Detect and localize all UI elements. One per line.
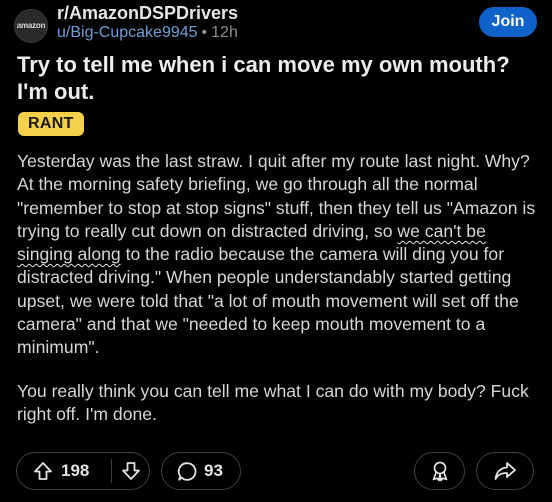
subreddit-name[interactable]: r/AmazonDSPDrivers: [57, 3, 238, 24]
post-flair[interactable]: RANT: [18, 112, 84, 136]
comment-bubble-icon: [177, 461, 198, 482]
author-username[interactable]: u/Big-Cupcake9945: [57, 24, 198, 41]
award-icon: [429, 460, 451, 482]
vote-divider: [111, 459, 112, 483]
upvote-count: 198: [61, 461, 90, 480]
post-action-bar: 198 93: [0, 452, 552, 492]
post-time: 12h: [211, 24, 238, 41]
share-arrow-icon: [493, 460, 517, 482]
vote-control: 198: [16, 452, 150, 490]
post-paragraph: Yesterday was the last straw. I quit aft…: [17, 150, 539, 360]
post-meta: u/Big-Cupcake9945 • 12h: [57, 24, 238, 42]
post-header: amazon r/AmazonDSPDrivers u/Big-Cupcake9…: [0, 0, 552, 48]
join-button[interactable]: Join: [479, 7, 537, 37]
subreddit-avatar[interactable]: amazon: [14, 9, 48, 43]
upvote-arrow-icon[interactable]: [33, 461, 53, 481]
share-button[interactable]: [476, 452, 534, 490]
post-body: Yesterday was the last straw. I quit aft…: [17, 150, 539, 426]
post-title: Try to tell me when i can move my own mo…: [17, 52, 510, 104]
comments-button[interactable]: 93: [161, 452, 241, 490]
award-button[interactable]: [414, 452, 465, 490]
amazon-logo: amazon: [16, 21, 46, 30]
meta-separator: •: [201, 24, 208, 41]
comment-count: 93: [204, 461, 223, 480]
post-paragraph: You really think you can tell me what I …: [17, 380, 529, 424]
downvote-arrow-icon[interactable]: [121, 461, 141, 481]
